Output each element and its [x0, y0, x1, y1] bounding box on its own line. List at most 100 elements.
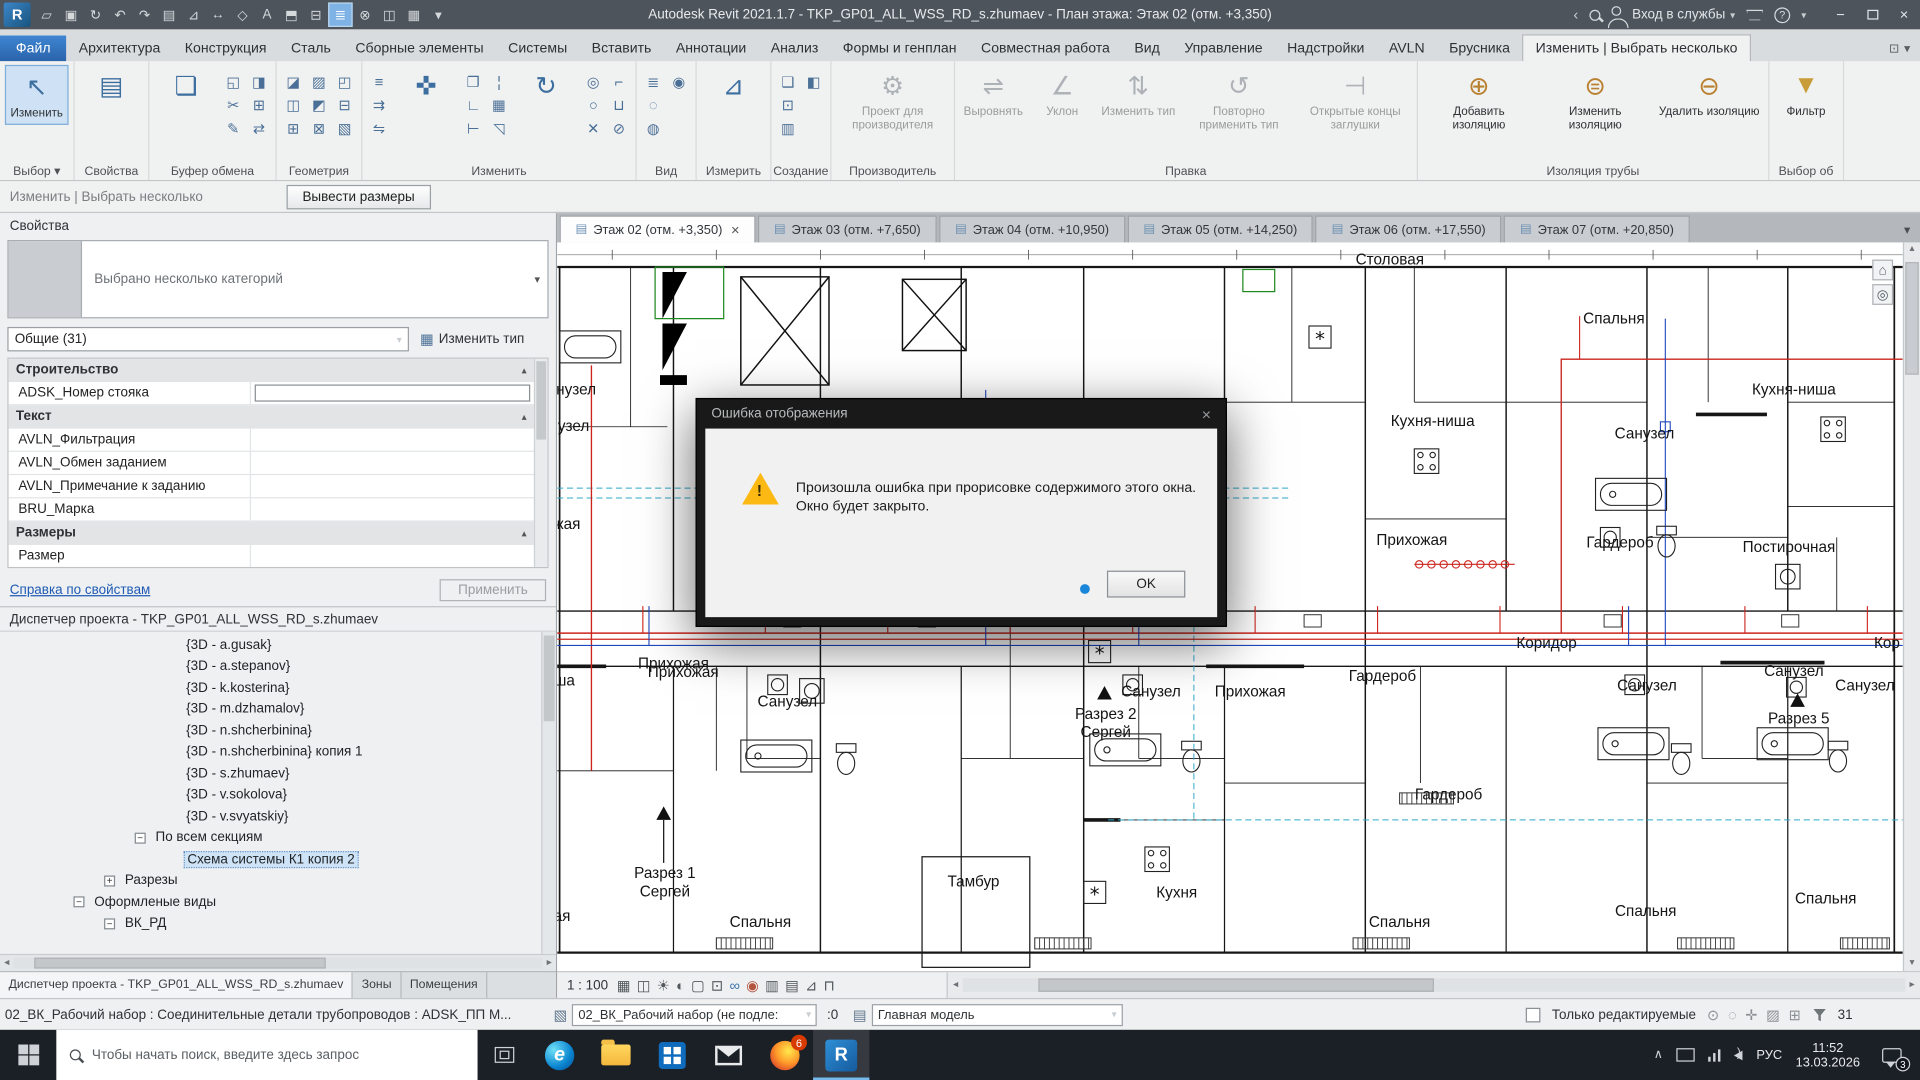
unpin-button[interactable]: ○ [582, 93, 605, 116]
browser-tab[interactable]: Помещения [401, 972, 487, 998]
beam-cope-button[interactable]: ◩ [307, 93, 330, 116]
taskbar-search-input[interactable]: Чтобы начать поиск, введите здесь запрос [56, 1030, 477, 1080]
create-group-button[interactable]: ❑ [776, 70, 799, 93]
hide-analytical-model-icon[interactable]: ⊿ [805, 977, 817, 994]
edit-type-button[interactable]: ▦ Изменить тип [420, 331, 524, 348]
reveal-hidden-elements-button[interactable]: ◉ [667, 70, 690, 93]
browser-item[interactable]: −По всем секциям [0, 827, 556, 848]
volume-icon[interactable] [1734, 1050, 1743, 1060]
ribbon-tab-avln[interactable]: AVLN [1377, 36, 1437, 62]
isolate-elements-button[interactable]: ◍ [642, 116, 665, 139]
create-assembly-button[interactable]: ◧ [802, 70, 825, 93]
paste-button[interactable]: ❏ [154, 65, 218, 107]
scrollbar-thumb[interactable] [35, 958, 326, 969]
start-button[interactable] [0, 1030, 56, 1080]
fabrication-job-button[interactable]: ⚙Проект для производителя [836, 65, 949, 135]
properties-scrollbar[interactable] [534, 359, 547, 567]
text-icon[interactable]: A [255, 2, 279, 26]
scroll-up-icon[interactable]: ▲ [1904, 242, 1920, 257]
pin-button[interactable]: ◎ [582, 70, 605, 93]
taskbar-app-revit[interactable]: R [813, 1030, 869, 1080]
task-view-button[interactable] [478, 1030, 532, 1080]
user-icon[interactable] [1611, 6, 1621, 16]
ribbon-tab-systems[interactable]: Системы [496, 36, 579, 62]
property-value[interactable] [251, 475, 534, 497]
property-value[interactable] [251, 452, 534, 474]
properties-button[interactable]: ▤ [80, 65, 144, 107]
close-view-icon[interactable]: × [731, 221, 740, 238]
close-hidden-windows-icon[interactable]: ⊗ [353, 2, 377, 26]
join-elements-button[interactable]: ⊔ [607, 93, 630, 116]
crop-view-icon[interactable]: ▢ [691, 977, 705, 994]
tree-expander[interactable]: − [135, 832, 146, 843]
remove-insulation-button[interactable]: ⊖Удалить изоляцию [1655, 65, 1763, 122]
ribbon-tab-architecture[interactable]: Архитектура [66, 36, 172, 62]
property-section[interactable]: Строительство▴ [9, 359, 534, 382]
ribbon-tab-structure[interactable]: Конструкция [173, 36, 279, 62]
taskbar-app-mail[interactable] [700, 1030, 756, 1080]
taskbar-app-edge[interactable]: e [531, 1030, 587, 1080]
property-section[interactable]: Размеры▴ [9, 522, 534, 545]
dialog-title-bar[interactable]: Ошибка отображения × [697, 399, 1226, 428]
duplicate-button[interactable]: ⊞ [247, 93, 270, 116]
delete-button[interactable]: ✕ [582, 116, 605, 139]
reveal-hidden-icon[interactable]: ◉ [746, 977, 759, 994]
scroll-right-icon[interactable]: ► [1908, 981, 1916, 990]
trim-extend-button[interactable]: ∟ [462, 93, 485, 116]
view-tabs-menu-icon[interactable]: ▾ [1904, 224, 1920, 242]
revit-app-icon[interactable]: R [4, 2, 31, 26]
reapply-type-button[interactable]: ↺Повторно применить тип [1183, 65, 1296, 135]
add-insulation-button[interactable]: ⊕Добавить изоляцию [1423, 65, 1536, 135]
view-scale[interactable]: 1 : 100 [567, 978, 608, 993]
scroll-down-icon[interactable]: ▼ [1904, 956, 1920, 971]
shadows-icon[interactable]: ◐ [676, 977, 685, 994]
copy-to-clipboard-button[interactable]: ◱ [222, 70, 245, 93]
slope-button[interactable]: ∠Уклон [1030, 65, 1094, 122]
user-interface-icon[interactable]: ▦ [402, 2, 426, 26]
clock[interactable]: 11:52 13.03.2026 [1796, 1040, 1860, 1069]
section-icon[interactable]: ⊟ [304, 2, 328, 26]
visual-style-icon[interactable]: ◫ [637, 977, 651, 994]
save-icon[interactable]: ▣ [59, 2, 83, 26]
measure-tool-button[interactable]: ⊿ [702, 65, 766, 107]
paste-aligned-button[interactable]: ◨ [247, 70, 270, 93]
customize-qat-icon[interactable]: ▾ [426, 2, 450, 26]
property-value[interactable] [251, 429, 534, 451]
apply-button[interactable]: Применить [440, 579, 546, 601]
app-store-cart-icon[interactable] [1746, 9, 1763, 20]
sign-in-button[interactable]: Вход в службы ▾ [1632, 7, 1735, 22]
navigation-wheel-icon[interactable]: ◎ [1872, 284, 1893, 305]
taskbar-app-store[interactable] [644, 1030, 700, 1080]
redo-icon[interactable]: ↷ [132, 2, 156, 26]
cap-open-ends-button[interactable]: ⊣Открытые концы заглушки [1299, 65, 1412, 135]
property-value[interactable] [255, 384, 531, 401]
minimize-button[interactable]: − [1825, 0, 1857, 29]
editable-only-checkbox[interactable] [1526, 1007, 1541, 1022]
ribbon-tab-manage[interactable]: Управление [1172, 36, 1275, 62]
properties-help-link[interactable]: Справка по свойствам [10, 583, 151, 598]
property-value[interactable] [251, 545, 534, 567]
scrollbar-thumb[interactable] [544, 636, 555, 722]
edit-insulation-button[interactable]: ⊜Изменить изоляцию [1539, 65, 1652, 135]
open-icon[interactable]: ▱ [34, 2, 58, 26]
canvas-scrollbar-vertical[interactable]: ▲ ▼ [1903, 242, 1920, 971]
browser-item[interactable]: −Оформленые виды [0, 891, 556, 912]
drag-on-selection-icon[interactable]: ⊞ [1789, 1006, 1801, 1023]
design-option-combo[interactable]: Главная модель ▾ [872, 1003, 1123, 1025]
cut-geometry-button[interactable]: ◪ [282, 70, 305, 93]
transfer-standards-button[interactable]: ⇄ [247, 116, 270, 139]
ribbon-tab-file[interactable]: Файл [0, 36, 66, 62]
paint-button[interactable]: ▨ [307, 70, 330, 93]
scrollbar-thumb[interactable] [1905, 262, 1918, 375]
display-icon[interactable] [1676, 1048, 1694, 1061]
scrollbar-track[interactable] [962, 978, 1905, 991]
ok-button[interactable]: OK [1107, 571, 1185, 598]
search-icon[interactable] [1589, 9, 1600, 20]
drawing-canvas[interactable]: *** СтоловаяСпальняКухня-нишаКухня-нишаС… [557, 242, 1903, 971]
ribbon-tab-addins[interactable]: Надстройки [1275, 36, 1377, 62]
unjoin-elements-button[interactable]: ⊘ [607, 116, 630, 139]
reveal-constraints-icon[interactable]: ⊓ [824, 977, 835, 994]
browser-item[interactable]: {3D - n.shcherbinina} копия 1 [0, 741, 556, 762]
properties-filter-combo[interactable]: Общие (31) ▾ [7, 327, 409, 351]
ribbon-tab-annotate[interactable]: Аннотации [664, 36, 759, 62]
